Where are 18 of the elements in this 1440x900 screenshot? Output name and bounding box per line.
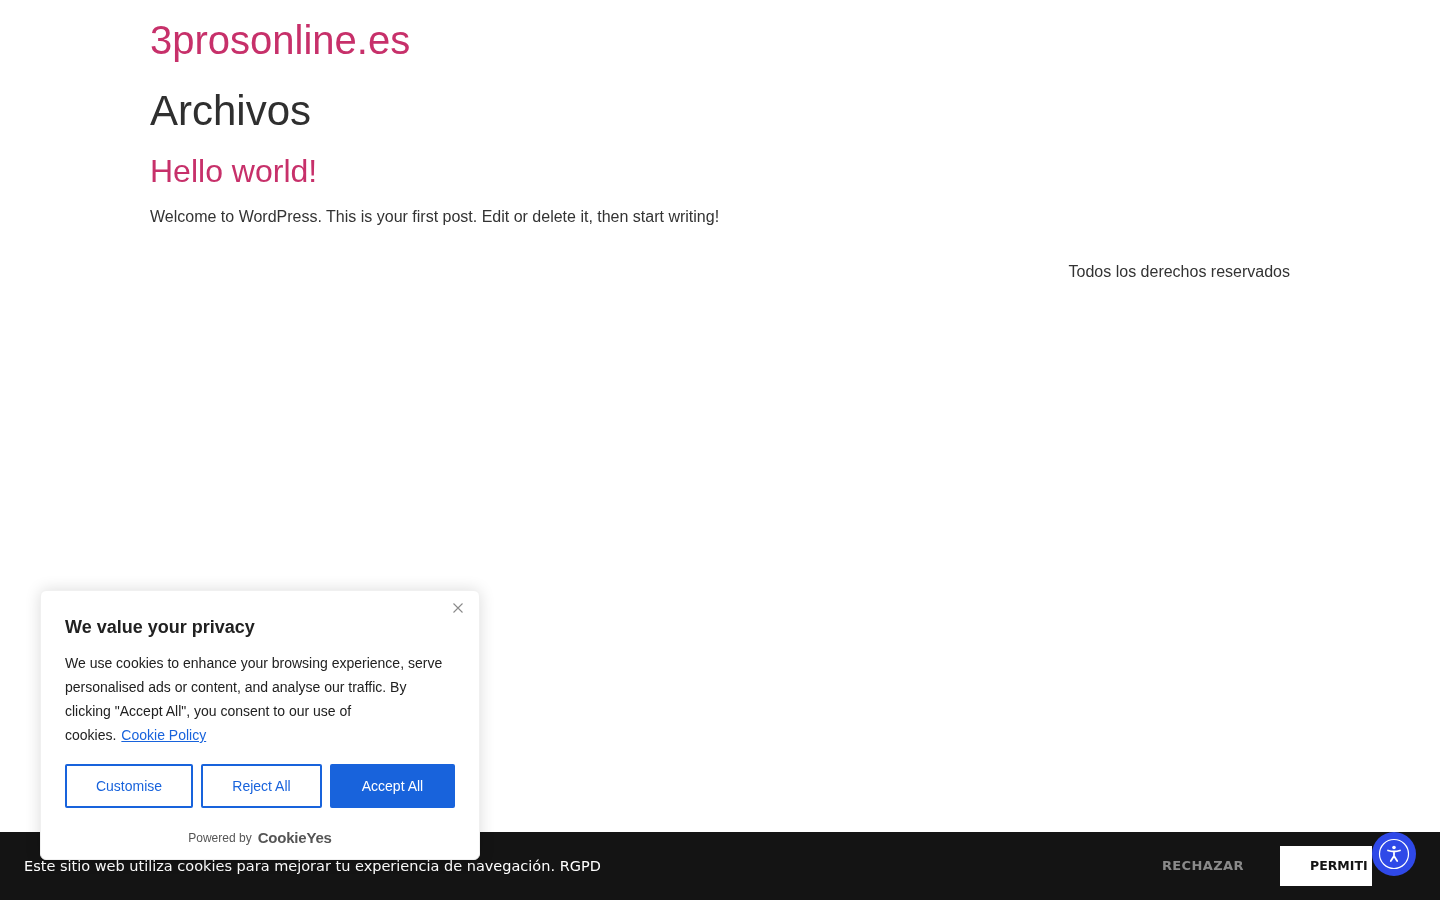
consent-message: We use cookies to enhance your browsing experience, serve personalised ads or content, and analyse our traffic. By clicking "Accept All", you consent to our use of cookies. Cookie Policy: [65, 654, 444, 745]
consent-option-button[interactable]: Customise: [65, 764, 193, 808]
post-title-link[interactable]: Hello world!: [150, 152, 318, 190]
consent-option-button[interactable]: Reject All: [201, 764, 322, 808]
accessibility-icon: [1378, 838, 1410, 870]
site-title[interactable]: 3prosonline.es: [150, 16, 411, 64]
post-excerpt: Welcome to WordPress. This is your first post. Edit or delete it, then start writing!: [150, 207, 720, 227]
cookie-policy-link[interactable]: Cookie Policy: [121, 727, 207, 743]
copyright-text: Todos los derechos reservados: [1068, 262, 1290, 282]
close-icon: [453, 603, 463, 613]
brand-name: CookieYes: [257, 830, 332, 846]
reject-button[interactable]: RECHAZAR: [1145, 846, 1260, 886]
cookie-notice-text: Este sitio web utiliza cookies para mejorar tu experiencia de navegación. RGPD: [24, 857, 601, 876]
page-heading: Archivos: [150, 87, 312, 135]
powered-by-text: Powered by: [188, 830, 252, 846]
dialog-title: We value your privacy: [65, 616, 255, 639]
allow-button[interactable]: PERMITI: [1280, 846, 1372, 886]
accept-button[interactable]: Accept All: [330, 764, 455, 808]
